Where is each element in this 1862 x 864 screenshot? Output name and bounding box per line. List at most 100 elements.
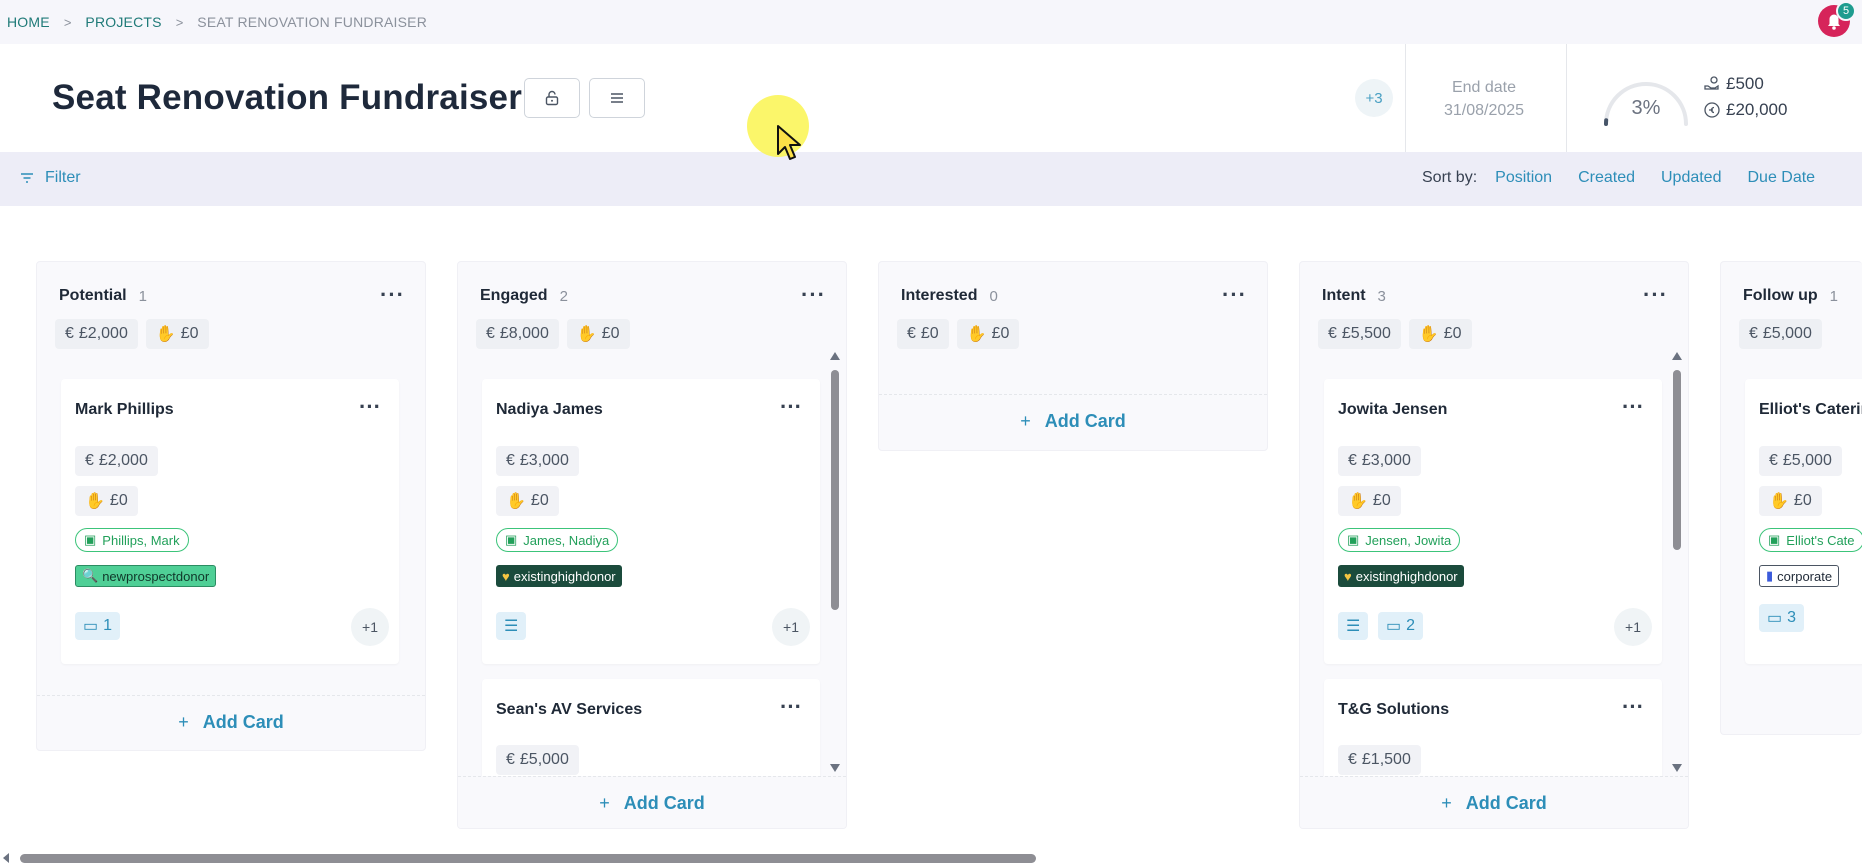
column-header: Engaged 2 — [480, 287, 568, 305]
card[interactable]: Elliot's Caterin € £5,000 ✋ £0 ▣ Elliot's C… — [1745, 379, 1862, 664]
notification-count-badge: 5 — [1836, 1, 1856, 21]
comments-badge[interactable]: ▭ 2 — [1378, 612, 1424, 640]
card-title: T&G Solutions — [1338, 701, 1450, 718]
received-total: ✋ £0 — [145, 319, 209, 349]
card-title: Elliot's Caterin — [1759, 401, 1862, 418]
divider — [1566, 44, 1567, 152]
card-received: ✋ £0 — [496, 486, 559, 516]
lock-button[interactable] — [524, 78, 580, 118]
plus-icon: + — [1441, 793, 1452, 813]
hand-coin-icon: ✋ — [1418, 326, 1439, 343]
add-card-button[interactable]: + Add Card — [879, 394, 1267, 448]
column-scrollbar[interactable] — [1670, 352, 1684, 772]
column-header: Potential 1 — [59, 287, 147, 305]
assignees-more[interactable]: +1 — [351, 608, 389, 646]
comments-badge[interactable]: ▭ 1 — [75, 612, 121, 640]
chevron-right-icon: > — [63, 14, 72, 30]
column-menu-button[interactable]: ··· — [380, 282, 405, 308]
card-menu-button[interactable]: ··· — [780, 394, 802, 420]
notifications-button[interactable]: 5 — [1818, 1, 1856, 37]
scroll-left-arrow[interactable] — [3, 853, 9, 863]
description-badge[interactable]: ☰ — [1338, 612, 1369, 640]
members-more-button[interactable]: +3 — [1355, 79, 1393, 117]
sort-updated[interactable]: Updated — [1661, 169, 1722, 187]
end-date: End date 31/08/2025 — [1406, 76, 1562, 122]
menu-lines-icon: ☰ — [1346, 618, 1361, 635]
column-totals: € £8,000 ✋ £0 — [476, 319, 630, 349]
column-menu-button[interactable]: ··· — [1222, 282, 1247, 308]
breadcrumb-home[interactable]: HOME — [7, 14, 50, 30]
scroll-up-arrow[interactable] — [1672, 352, 1682, 360]
scroll-up-arrow[interactable] — [830, 352, 840, 360]
scrollbar-thumb[interactable] — [831, 370, 839, 610]
label-tag: ♥ existinghighdonor — [1338, 565, 1464, 587]
received-total: ✋ £0 — [566, 319, 630, 349]
comments-badge[interactable]: ▭ 3 — [1759, 604, 1805, 632]
label-tag: 🔍 newprospectdonor — [75, 565, 217, 587]
card-menu-button[interactable]: ··· — [359, 394, 381, 420]
card-pledged: € £3,000 — [1338, 446, 1421, 476]
coin-icon: € — [506, 751, 515, 768]
column-totals: € £2,000 ✋ £0 — [55, 319, 209, 349]
assignees-more[interactable]: +1 — [1614, 608, 1652, 646]
label-tag: ♥ existinghighdonor — [496, 565, 622, 587]
column-engaged: Engaged 2 ··· € £8,000 ✋ £0 Nadiya James ·… — [457, 261, 847, 829]
coin-icon: € — [486, 325, 495, 342]
column-header: Follow up 1 — [1743, 287, 1838, 305]
sort-due-date[interactable]: Due Date — [1747, 169, 1815, 187]
label-tag: ▮ corporate — [1759, 565, 1840, 587]
column-interested: Interested 0 ··· € £0 ✋ £0 + Add Card — [878, 261, 1268, 451]
column-scrollbar[interactable] — [828, 352, 842, 772]
description-badge[interactable]: ☰ — [496, 612, 527, 640]
sort-created[interactable]: Created — [1578, 169, 1635, 187]
card-menu-button[interactable]: ··· — [1622, 394, 1644, 420]
card[interactable]: Nadiya James ··· € £3,000 ✋ £0 ▣ James, Nad… — [482, 379, 820, 664]
contact-card-icon: ▣ — [1347, 532, 1360, 547]
column-totals: € £5,500 ✋ £0 — [1318, 319, 1472, 349]
column-menu-button[interactable]: ··· — [1643, 282, 1668, 308]
mouse-cursor-icon — [777, 125, 801, 160]
pledged-total: € £0 — [897, 319, 949, 349]
column-header: Interested 0 — [901, 287, 998, 305]
add-card-button[interactable]: + Add Card — [458, 776, 846, 828]
raised-amount: £500 — [1703, 74, 1764, 94]
contact-tag[interactable]: ▣ James, Nadiya — [496, 528, 619, 552]
add-card-button[interactable]: + Add Card — [37, 695, 425, 749]
card-menu-button[interactable]: ··· — [780, 694, 802, 720]
breadcrumb: HOME > PROJECTS > SEAT RENOVATION FUNDRA… — [0, 0, 1862, 44]
contact-tag[interactable]: ▣ Phillips, Mark — [75, 528, 189, 552]
filter-button[interactable]: Filter — [19, 169, 81, 187]
received-total: ✋ £0 — [956, 319, 1020, 349]
building-icon: ▮ — [1766, 568, 1774, 583]
contact-tag[interactable]: ▣ Jensen, Jowita — [1338, 528, 1461, 552]
card[interactable]: Mark Phillips ··· € £2,000 ✋ £0 ▣ Phillips,… — [61, 379, 399, 664]
card[interactable]: Jowita Jensen ··· € £3,000 ✋ £0 ▣ Jensen, J… — [1324, 379, 1662, 664]
chevron-right-icon: > — [175, 14, 184, 30]
board-scrollbar[interactable] — [0, 850, 1862, 864]
column-count: 0 — [989, 287, 998, 305]
column-intent: Intent 3 ··· € £5,500 ✋ £0 Jowita Jensen ·… — [1299, 261, 1689, 829]
contact-tag[interactable]: ▣ Elliot's Cate — [1759, 528, 1862, 552]
scrollbar-thumb[interactable] — [1673, 370, 1681, 550]
scroll-down-arrow[interactable] — [830, 764, 840, 772]
hand-coin-icon — [1704, 76, 1719, 90]
received-total: ✋ £0 — [1408, 319, 1472, 349]
scroll-down-arrow[interactable] — [1672, 764, 1682, 772]
menu-lines-icon — [611, 93, 623, 103]
card-received: ✋ £0 — [75, 486, 138, 516]
column-count: 1 — [1829, 287, 1838, 305]
menu-lines-icon: ☰ — [504, 618, 519, 635]
description-button[interactable] — [589, 78, 645, 118]
magnifier-icon: 🔍 — [82, 568, 99, 583]
card-menu-button[interactable]: ··· — [1622, 694, 1644, 720]
add-card-button[interactable]: + Add Card — [1300, 776, 1688, 828]
pledged-total: € £5,500 — [1318, 319, 1401, 349]
contact-card-icon: ▣ — [84, 532, 97, 547]
coin-icon: € — [1749, 325, 1758, 342]
assignees-more[interactable]: +1 — [772, 608, 810, 646]
column-menu-button[interactable]: ··· — [801, 282, 826, 308]
scrollbar-thumb[interactable] — [20, 854, 1036, 863]
plus-icon: + — [178, 712, 189, 732]
breadcrumb-projects[interactable]: PROJECTS — [85, 14, 161, 30]
sort-position[interactable]: Position — [1495, 169, 1552, 187]
